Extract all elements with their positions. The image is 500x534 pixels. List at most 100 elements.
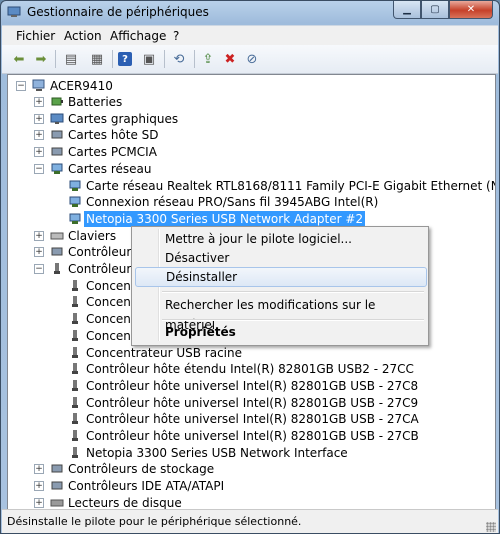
tree-node-label: Contrôleur hôte universel Intel(R) 82801… <box>86 412 419 427</box>
menu-uninstall-label: Désinstaller <box>166 270 238 284</box>
usb-icon <box>72 413 78 425</box>
storage-icon <box>51 464 63 473</box>
properties-icon[interactable]: ▦ <box>88 50 106 68</box>
tree-node-label: Contrôleur hôte universel Intel(R) 82801… <box>86 395 419 410</box>
toolbar-separator <box>112 50 113 68</box>
network-icon <box>69 196 81 208</box>
tree-node-label: Batteries <box>68 95 123 109</box>
usb-icon <box>72 346 78 358</box>
menu-help[interactable]: ? <box>173 29 179 43</box>
menu-disable-label: Désactiver <box>165 251 230 265</box>
tree-node-label: Connexion réseau PRO/Sans fil 3945ABG In… <box>86 195 379 210</box>
expand-icon[interactable]: + <box>34 464 44 475</box>
usb-icon <box>54 263 60 274</box>
tree-node-label: Contrôleur hôte étendu Intel(R) 82801GB … <box>86 362 414 377</box>
uninstall-device-icon[interactable]: ✖ <box>221 50 239 68</box>
tree-node-label: Concentrateur USB racine <box>86 345 242 360</box>
collapse-icon[interactable]: − <box>16 81 26 91</box>
menu-affichage[interactable]: Affichage <box>110 29 166 43</box>
expand-icon[interactable]: + <box>34 147 44 158</box>
selected-node-label: Netopia 3300 Series USB Network Adapter … <box>84 210 366 227</box>
tree-node-label: Lecteurs de disque <box>68 495 182 510</box>
tree-node-label: Cartes réseau <box>68 161 152 176</box>
usb-icon <box>72 396 78 408</box>
window-title: Gestionnaire de périphériques <box>27 5 209 19</box>
usb-icon <box>72 313 78 325</box>
expand-icon[interactable]: + <box>34 497 44 508</box>
expand-icon[interactable]: + <box>34 97 44 107</box>
expand-icon[interactable]: + <box>34 113 44 124</box>
context-menu-separator <box>162 319 424 321</box>
expand-icon[interactable]: + <box>34 130 44 141</box>
menu-bar: Fichier Action Affichage ? <box>2 25 498 46</box>
forward-arrow-icon[interactable]: ➡ <box>32 50 50 68</box>
status-bar: Désinstalle le pilote pour le périphériq… <box>2 509 498 533</box>
menu-scan-hardware[interactable]: Rechercher les modifications sur le maté… <box>135 295 425 332</box>
usb-icon <box>72 329 78 341</box>
pcmcia-icon <box>51 147 63 156</box>
menu-action[interactable]: Action <box>64 29 102 43</box>
sd-icon <box>51 130 63 139</box>
back-arrow-icon[interactable]: ⬅ <box>10 50 28 68</box>
tree-node-label: Cartes graphiques <box>68 111 179 126</box>
tree-node-label: Contrôleurs de stockage <box>68 462 215 477</box>
toolbar-separator <box>55 50 56 68</box>
display-icon <box>50 113 64 124</box>
menu-update-driver[interactable]: Mettre à jour le pilote logiciel... <box>135 229 425 249</box>
tree-root-label: ACER9410 <box>50 79 113 93</box>
tree-node-label: Claviers <box>68 228 117 243</box>
usb-icon <box>72 379 78 391</box>
usb-icon <box>72 430 78 441</box>
keyboard-icon <box>50 232 64 240</box>
network-icon <box>51 163 63 174</box>
update-driver-icon[interactable]: ⇪ <box>199 50 217 68</box>
expand-icon[interactable]: + <box>34 247 44 258</box>
disable-device-icon[interactable]: ⊘ <box>243 50 261 68</box>
toolbar: ⬅ ➡ ▤ ▦ ? ▣ ⟲ ⇪ ✖ ⊘ <box>2 45 498 74</box>
scan-hardware-icon[interactable]: ⟲ <box>170 50 188 68</box>
ide-icon <box>51 481 63 490</box>
toolbar-separator <box>164 50 165 68</box>
collapse-icon[interactable]: − <box>34 264 44 274</box>
resize-grip-icon[interactable] <box>486 522 496 532</box>
menu-disable[interactable]: Désactiver <box>135 248 425 268</box>
computer-icon <box>32 79 45 91</box>
device-manager-window: Gestionnaire de périphériques ▁ ▢ ✕ Fich… <box>0 0 500 534</box>
status-text: Désinstalle le pilote pour le périphériq… <box>7 515 302 528</box>
controller-icon <box>51 247 63 256</box>
collapse-icon[interactable]: − <box>34 163 44 174</box>
usb-icon <box>72 363 78 375</box>
title-bar[interactable]: Gestionnaire de périphériques ▁ ▢ ✕ <box>1 1 499 25</box>
help-icon[interactable]: ? <box>118 52 132 66</box>
menu-update-driver-label: Mettre à jour le pilote logiciel... <box>165 232 352 246</box>
tree-node-label: Contrôleur hôte universel Intel(R) 82801… <box>86 429 419 443</box>
device-view-icon[interactable]: ▣ <box>140 50 158 68</box>
network-icon <box>69 213 81 224</box>
usb-icon <box>72 279 78 291</box>
menu-uninstall[interactable]: Désinstaller <box>135 267 427 287</box>
device-manager-icon <box>7 6 21 17</box>
tree-node-label: Cartes PCMCIA <box>68 145 157 160</box>
tree-node-label: Contrôleur hôte universel Intel(R) 82801… <box>86 378 419 393</box>
tree-view-icon[interactable]: ▤ <box>62 50 80 68</box>
menu-properties[interactable]: Propriétés <box>135 322 425 342</box>
toolbar-separator <box>194 50 195 68</box>
expand-icon[interactable]: + <box>34 481 44 492</box>
tree-node-label: Carte réseau Realtek RTL8168/8111 Family… <box>86 178 495 193</box>
battery-icon <box>51 97 63 106</box>
context-menu-separator <box>162 291 424 293</box>
tree-node-label: Netopia 3300 Series USB Network Interfac… <box>86 445 348 460</box>
close-button[interactable]: ✕ <box>449 1 493 19</box>
context-menu: Mettre à jour le pilote logiciel... Désa… <box>131 226 429 346</box>
menu-fichier[interactable]: Fichier <box>16 29 55 43</box>
usb-icon <box>72 296 78 308</box>
tree-node-label: Cartes hôte SD <box>68 128 159 143</box>
usb-icon <box>72 446 78 458</box>
disk-icon <box>50 499 64 507</box>
minimize-button[interactable]: ▁ <box>393 1 421 19</box>
tree-node-label: Contrôleurs IDE ATA/ATAPI <box>68 479 225 494</box>
menu-properties-label: Propriétés <box>165 325 236 339</box>
network-icon <box>69 180 81 191</box>
maximize-button[interactable]: ▢ <box>421 1 449 19</box>
expand-icon[interactable]: + <box>34 230 44 241</box>
